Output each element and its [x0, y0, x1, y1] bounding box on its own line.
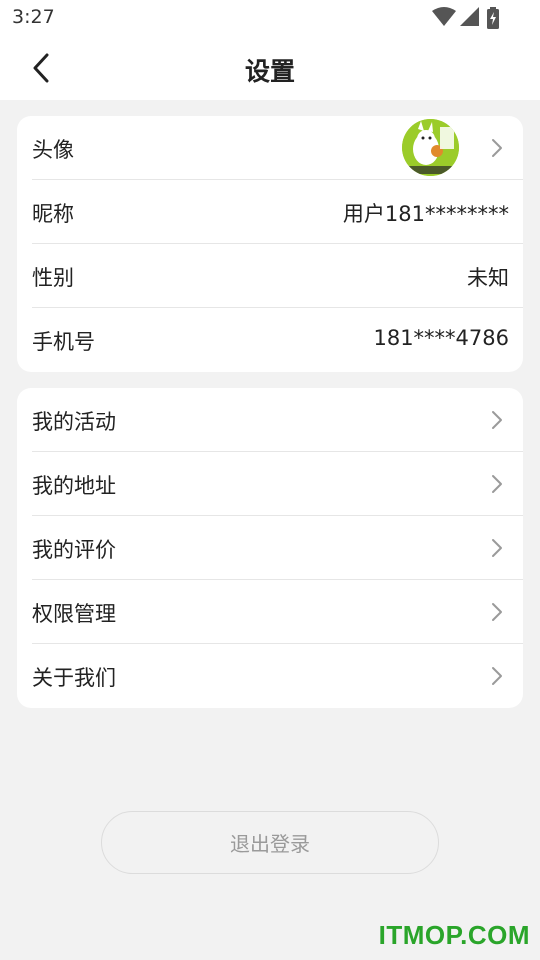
- battery-icon: [487, 7, 499, 33]
- menu-item-my-address[interactable]: 我的地址: [32, 452, 523, 516]
- menu-item-about-us[interactable]: 关于我们: [32, 644, 523, 708]
- menu-item-label: 关于我们: [32, 666, 116, 690]
- logout-label: 退出登录: [230, 832, 310, 856]
- menu-card: 我的活动 我的地址 我的评价 权限管理 关于我们: [17, 388, 523, 708]
- phone-value: 181****4786: [373, 326, 509, 350]
- avatar[interactable]: [402, 119, 459, 176]
- menu-item-label: 我的评价: [32, 538, 116, 562]
- chevron-right-icon: [492, 475, 502, 493]
- chevron-right-icon: [492, 139, 502, 157]
- wifi-icon: [432, 7, 456, 31]
- menu-item-my-activities[interactable]: 我的活动: [32, 388, 523, 452]
- menu-item-label: 我的地址: [32, 474, 116, 498]
- avatar-row[interactable]: 头像: [32, 116, 523, 180]
- nickname-row[interactable]: 昵称 用户181********: [32, 180, 523, 244]
- menu-item-label: 我的活动: [32, 410, 116, 434]
- chevron-right-icon: [492, 667, 502, 685]
- status-time: 3:27: [12, 6, 55, 28]
- profile-card: 头像 昵称 用户181******** 性别 未知 手机号 181****478…: [17, 116, 523, 372]
- cellular-signal-icon: [460, 7, 480, 31]
- chevron-right-icon: [492, 539, 502, 557]
- menu-item-label: 权限管理: [32, 602, 116, 626]
- nickname-value: 用户181********: [342, 202, 509, 226]
- nickname-label: 昵称: [32, 202, 74, 226]
- app-header: 设置: [0, 36, 540, 100]
- phone-label: 手机号: [32, 330, 95, 354]
- chevron-right-icon: [492, 411, 502, 429]
- avatar-label: 头像: [32, 138, 74, 162]
- gender-value: 未知: [467, 266, 509, 290]
- chevron-right-icon: [492, 603, 502, 621]
- logout-button[interactable]: 退出登录: [101, 811, 439, 874]
- menu-item-my-reviews[interactable]: 我的评价: [32, 516, 523, 580]
- status-bar: 3:27: [0, 0, 540, 36]
- gender-row[interactable]: 性别 未知: [32, 244, 523, 308]
- gender-label: 性别: [32, 266, 74, 290]
- menu-item-permissions[interactable]: 权限管理: [32, 580, 523, 644]
- page-title: 设置: [244, 57, 295, 86]
- watermark: ITMOP.COM: [378, 920, 530, 950]
- phone-row[interactable]: 手机号 181****4786: [32, 308, 523, 372]
